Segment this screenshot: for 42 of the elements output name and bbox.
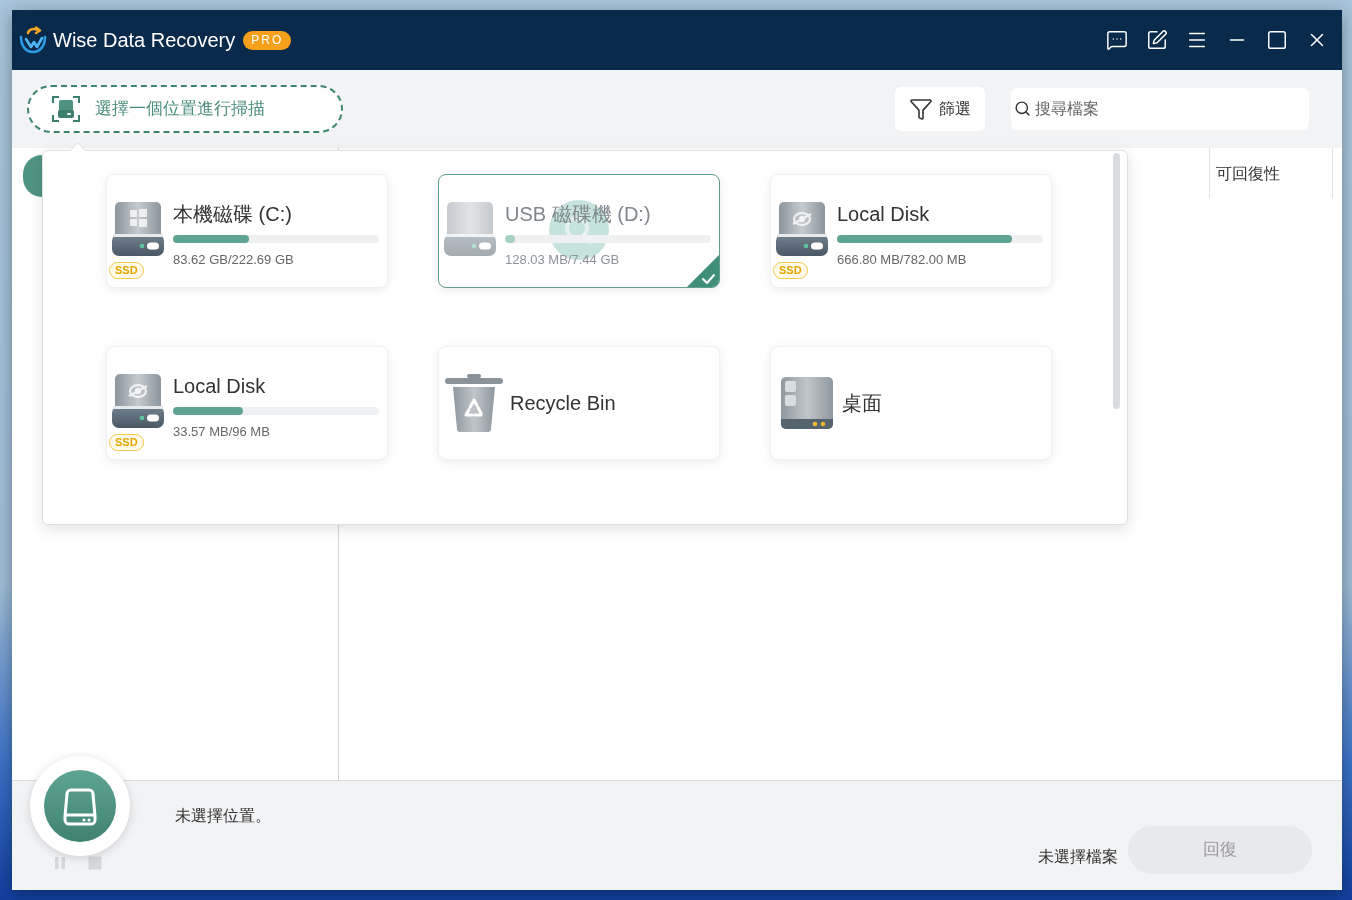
ssd-badge: SSD [109, 434, 144, 451]
scrollbar-thumb[interactable] [1113, 153, 1120, 409]
location-card[interactable]: SSD Local Disk 33.57 MB/96 MB [106, 346, 388, 460]
scan-location-button[interactable]: 選擇一個位置進行掃描 [27, 85, 343, 133]
desktop-folder-icon [781, 377, 833, 429]
ssd-badge: SSD [773, 262, 808, 279]
location-name: 本機磁碟 (C:) [173, 202, 292, 227]
feedback-icon[interactable] [1106, 29, 1128, 51]
filter-button[interactable]: 篩選 [895, 87, 985, 131]
file-status: 未選擇檔案 [1038, 847, 1118, 867]
pro-badge: PRO [243, 30, 292, 50]
storage-size: 666.80 MB/782.00 MB [837, 251, 967, 269]
search-icon [1014, 100, 1031, 117]
selected-check-icon [687, 255, 719, 287]
scan-drive-icon [51, 95, 81, 123]
drive-icon [776, 201, 828, 257]
app-logo-icon [19, 26, 47, 54]
storage-size: 33.57 MB/96 MB [173, 423, 270, 441]
drive-icon [112, 373, 164, 429]
location-card[interactable]: SSD 本機磁碟 (C:) 83.62 GB/222.69 GB [106, 174, 388, 288]
location-name: 桌面 [842, 391, 882, 416]
recycle-bin-icon [445, 374, 503, 432]
storage-size: 128.03 MB/7.44 GB [505, 251, 620, 269]
column-header[interactable]: 可回復性 [1209, 148, 1333, 198]
location-card[interactable]: Recycle Bin [438, 346, 720, 460]
maximize-icon[interactable] [1266, 29, 1288, 51]
location-status: 未選擇位置。 [175, 806, 271, 826]
drive-icon [444, 201, 496, 257]
drive-icon [112, 201, 164, 257]
filter-icon [909, 97, 933, 121]
drive-icon [44, 770, 116, 842]
ssd-badge: SSD [109, 262, 144, 279]
location-name: USB 磁碟機 (D:) [505, 202, 651, 227]
location-name: Local Disk [837, 202, 930, 227]
search-field[interactable]: 搜尋檔案 [1011, 88, 1309, 130]
window-title: Wise Data Recovery [53, 28, 236, 53]
location-card[interactable]: 桌面 [770, 346, 1052, 460]
location-name: Recycle Bin [510, 391, 616, 416]
edit-icon[interactable] [1146, 29, 1168, 51]
location-name: Local Disk [173, 374, 266, 399]
location-card[interactable]: SSD Local Disk 666.80 MB/782.00 MB [770, 174, 1052, 288]
storage-size: 83.62 GB/222.69 GB [173, 251, 294, 269]
